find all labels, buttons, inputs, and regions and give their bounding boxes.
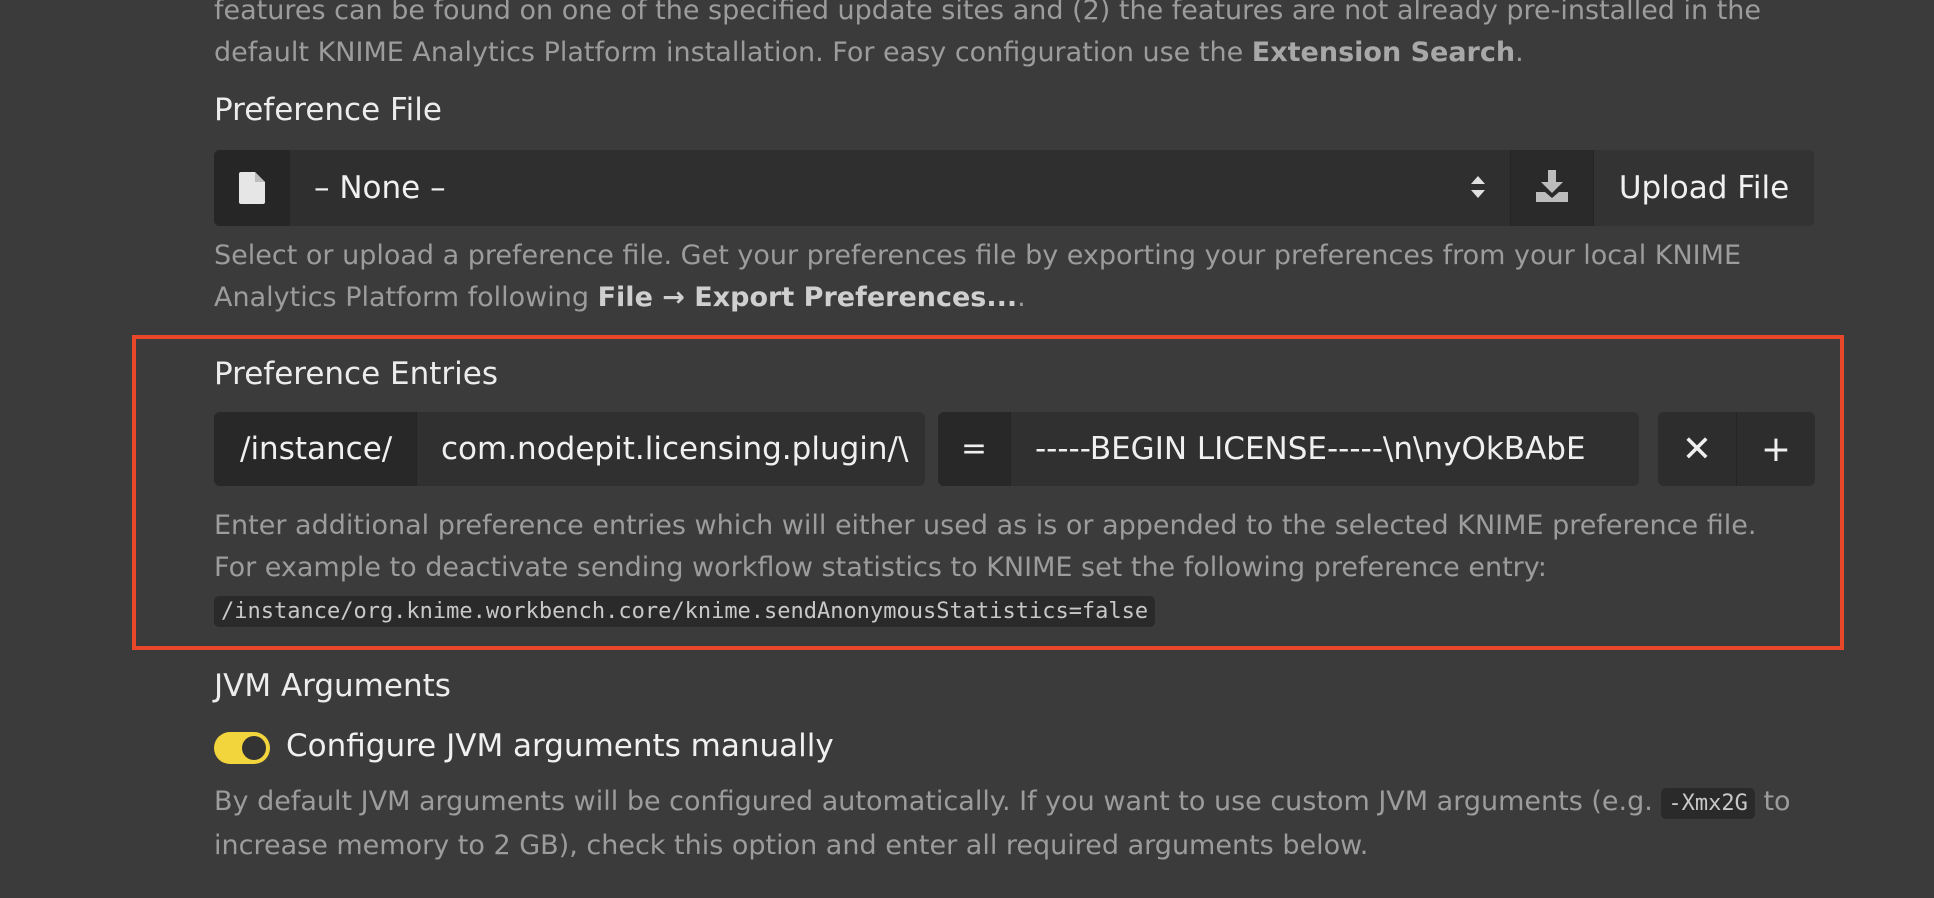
- preference-entries-help-text: Enter additional preference entries whic…: [214, 510, 1757, 583]
- preference-file-select[interactable]: – None –: [290, 150, 1510, 226]
- preference-entry-row: /instance/ com.nodepit.licensing.plugin/…: [214, 412, 925, 486]
- jvm-arguments-label: JVM Arguments: [214, 668, 451, 704]
- preference-entries-help: Enter additional preference entries whic…: [214, 505, 1804, 633]
- preference-value-row: = -----BEGIN LICENSE-----\n\nyOkBAbE: [938, 412, 1639, 486]
- preference-entry-actions: ✕ +: [1658, 412, 1815, 486]
- equals-sign: =: [938, 412, 1010, 486]
- preference-file-label: Preference File: [214, 92, 442, 128]
- preference-file-help: Select or upload a preference file. Get …: [214, 235, 1804, 319]
- extension-search-link[interactable]: Extension Search: [1252, 37, 1515, 68]
- close-icon: ✕: [1681, 428, 1713, 470]
- preference-file-row: – None – Upload File: [214, 150, 1814, 226]
- preference-key-input[interactable]: com.nodepit.licensing.plugin/\: [416, 412, 925, 486]
- download-icon: [1535, 170, 1569, 206]
- add-entry-button[interactable]: +: [1736, 412, 1815, 486]
- entry-action-group: ✕ +: [1658, 412, 1815, 486]
- extensions-help-line2-end: .: [1515, 37, 1524, 68]
- preference-value-input[interactable]: -----BEGIN LICENSE-----\n\nyOkBAbE: [1010, 412, 1639, 486]
- jvm-help: By default JVM arguments will be configu…: [214, 781, 1804, 867]
- toggle-knob: [242, 736, 266, 760]
- example-preference-entry: /instance/org.knime.workbench.core/knime…: [214, 596, 1156, 627]
- extensions-help-line2-text: default KNIME Analytics Platform install…: [214, 37, 1252, 68]
- download-button[interactable]: [1510, 150, 1593, 226]
- preference-scope-field[interactable]: /instance/: [214, 412, 416, 486]
- preference-file-selected-value: – None –: [314, 170, 446, 206]
- jvm-manual-toggle-label[interactable]: Configure JVM arguments manually: [286, 728, 834, 764]
- preference-key-group: /instance/ com.nodepit.licensing.plugin/…: [214, 412, 925, 486]
- extensions-help-text: features can be found on one of the spec…: [214, 0, 1834, 74]
- jvm-help-text: By default JVM arguments will be configu…: [214, 786, 1662, 817]
- sort-arrows-icon: [1470, 170, 1486, 206]
- preference-entries-label: Preference Entries: [214, 356, 498, 392]
- plus-icon: +: [1760, 428, 1792, 470]
- jvm-example-arg: -Xmx2G: [1661, 788, 1755, 819]
- upload-file-button[interactable]: Upload File: [1593, 150, 1814, 226]
- extensions-help-line1: features can be found on one of the spec…: [214, 0, 1762, 26]
- export-preferences-path: File → Export Preferences...: [597, 282, 1018, 313]
- remove-entry-button[interactable]: ✕: [1658, 412, 1736, 486]
- jvm-manual-toggle[interactable]: [214, 732, 270, 764]
- preference-value-group: = -----BEGIN LICENSE-----\n\nyOkBAbE: [938, 412, 1639, 486]
- preference-file-help-end: .: [1017, 282, 1026, 313]
- file-icon: [214, 150, 290, 226]
- extensions-help-line2: default KNIME Analytics Platform install…: [214, 32, 1834, 74]
